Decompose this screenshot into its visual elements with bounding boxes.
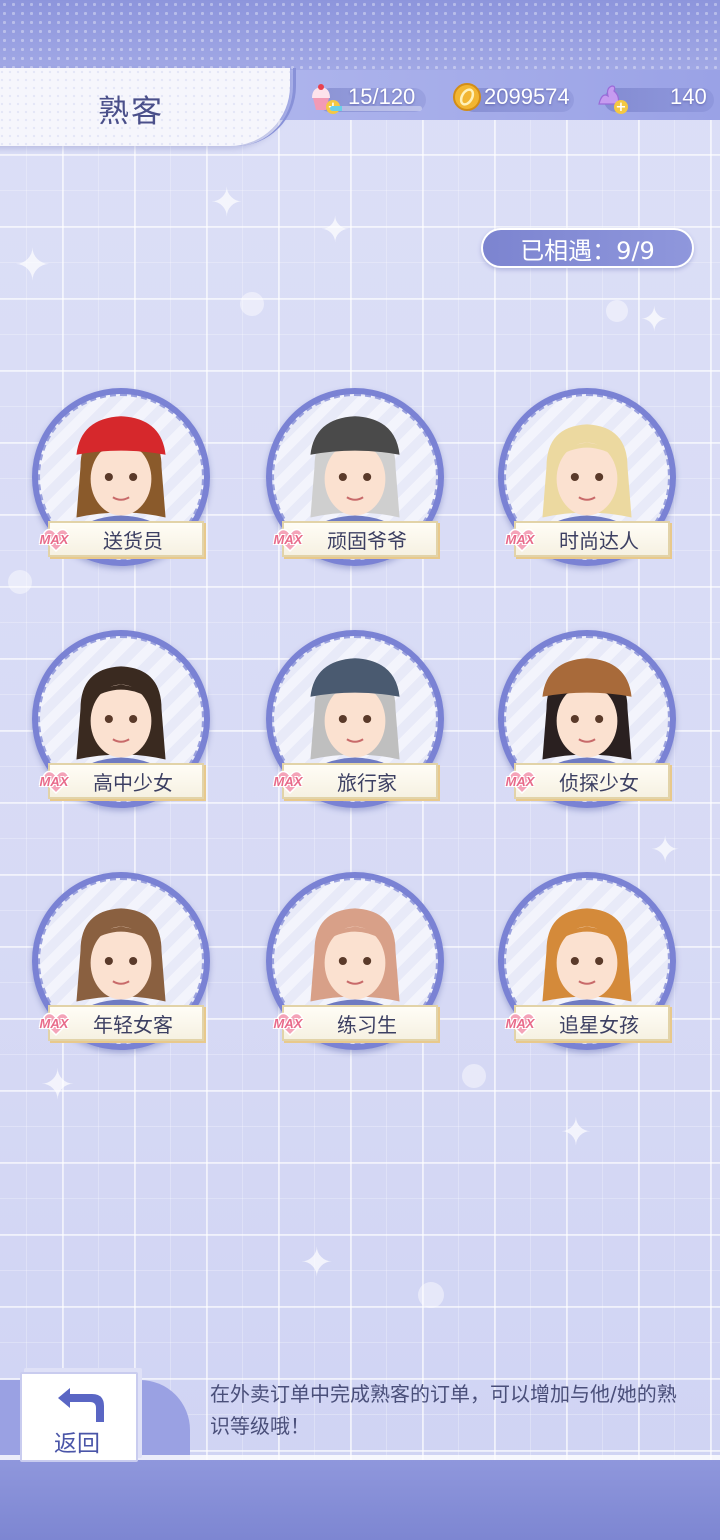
stamina-bar — [330, 106, 422, 111]
top-band — [0, 0, 720, 76]
sparkle-decoration: ✦ — [640, 300, 669, 340]
return-arrow-icon — [58, 1388, 104, 1422]
max-label: MAX — [273, 774, 303, 789]
hint-text: 在外卖订单中完成熟客的订单，可以增加与他/她的熟识等级哦！ — [210, 1382, 677, 1438]
bubble-decoration — [606, 300, 628, 322]
sparkle-decoration: ✦ — [40, 1060, 76, 1109]
sparkle-decoration: ✦ — [560, 1110, 592, 1154]
customer-card[interactable]: 送货员 MAX — [26, 388, 246, 578]
back-label: 返回 — [54, 1431, 100, 1457]
met-count-badge: 已相遇：9/9 — [481, 228, 694, 268]
max-level-badge: MAX — [30, 1010, 78, 1040]
max-level-badge: MAX — [30, 768, 78, 798]
page-title: 熟客 — [98, 94, 164, 130]
gems-label: 140 — [670, 84, 707, 109]
stamina-fill — [330, 106, 342, 111]
max-label: MAX — [39, 774, 69, 789]
back-button[interactable]: 返回 — [20, 1372, 138, 1462]
max-level-badge: MAX — [30, 526, 78, 556]
max-label: MAX — [505, 774, 535, 789]
max-level-badge: MAX — [264, 526, 312, 556]
sparkle-decoration: ✦ — [650, 830, 681, 871]
max-level-badge: MAX — [496, 768, 544, 798]
customer-card[interactable]: 追星女孩 MAX — [492, 872, 712, 1062]
max-label: MAX — [505, 532, 535, 547]
coins-label: 2099574 — [484, 84, 570, 109]
bubble-decoration — [240, 292, 264, 316]
max-label: MAX — [273, 1016, 303, 1031]
sparkle-decoration: ✦ — [14, 240, 51, 291]
customer-card[interactable]: 时尚达人 MAX — [492, 388, 712, 578]
customer-card[interactable]: 旅行家 MAX — [260, 630, 480, 820]
max-label: MAX — [505, 1016, 535, 1031]
max-level-badge: MAX — [264, 1010, 312, 1040]
max-level-badge: MAX — [264, 768, 312, 798]
max-label: MAX — [39, 1016, 69, 1031]
customer-card[interactable]: 顽固爷爷 MAX — [260, 388, 480, 578]
sparkle-decoration: ✦ — [300, 1240, 334, 1286]
add-gems-button[interactable]: + — [614, 100, 628, 114]
max-level-badge: MAX — [496, 526, 544, 556]
max-label: MAX — [273, 532, 303, 547]
coins-value: 2099574 — [484, 84, 570, 110]
bubble-decoration — [418, 1282, 444, 1308]
max-label: MAX — [39, 532, 69, 547]
gold-coin-icon[interactable] — [452, 82, 482, 112]
max-level-badge: MAX — [496, 1010, 544, 1040]
customer-card[interactable]: 练习生 MAX — [260, 872, 480, 1062]
sparkle-decoration: ✦ — [320, 210, 351, 251]
customer-card[interactable]: 侦探少女 MAX — [492, 630, 712, 820]
gems-value: 140 — [670, 84, 707, 110]
sparkle-decoration: ✦ — [210, 180, 244, 226]
bottom-band — [0, 1460, 720, 1540]
customer-card[interactable]: 高中少女 MAX — [26, 630, 246, 820]
customer-card[interactable]: 年轻女客 MAX — [26, 872, 246, 1062]
bubble-decoration — [462, 1064, 486, 1088]
